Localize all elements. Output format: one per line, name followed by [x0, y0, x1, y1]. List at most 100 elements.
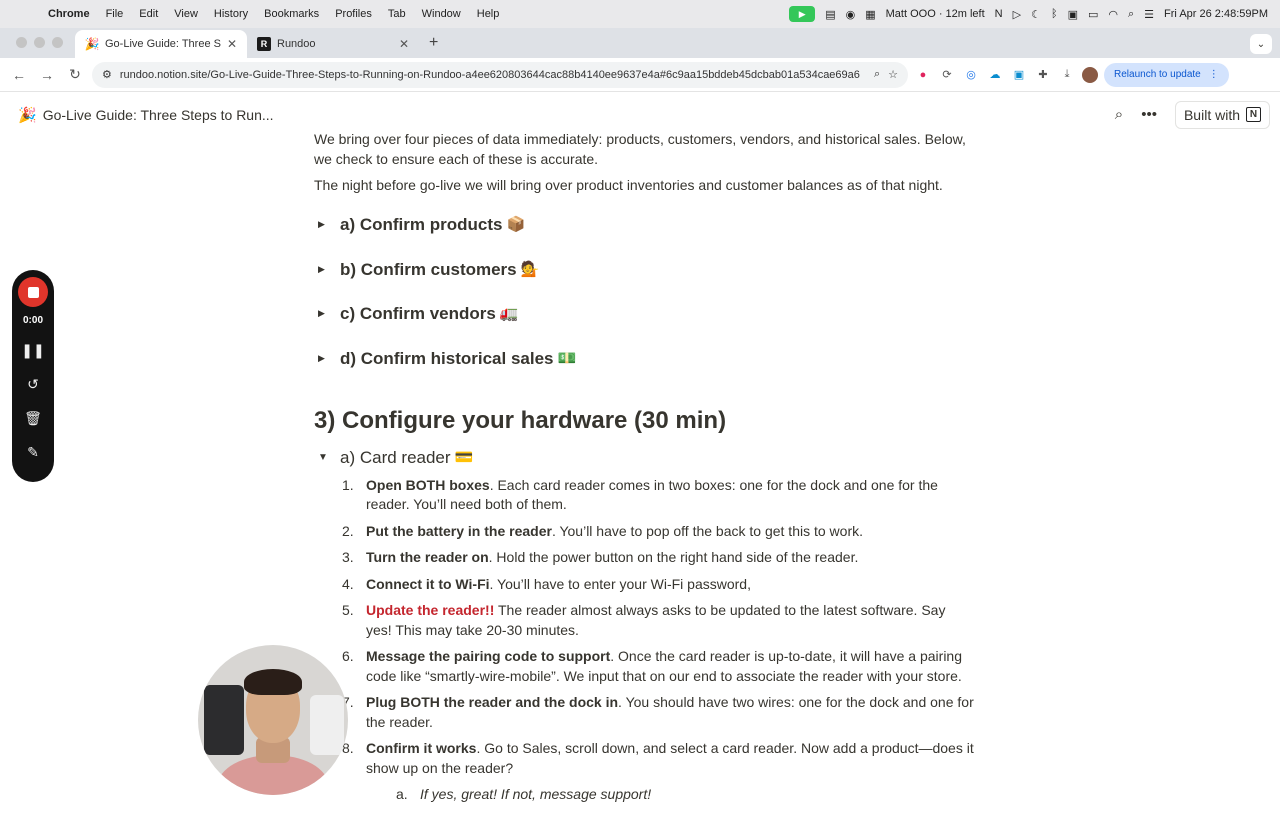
step-title: Turn the reader on	[366, 549, 489, 565]
tab-rundoo[interactable]: R Rundoo ✕	[247, 30, 419, 58]
toggle-confirm-customers[interactable]: ▶ b) Confirm customers 💁	[318, 247, 974, 292]
co-icon[interactable]: ▣	[1068, 8, 1078, 21]
window-controls	[0, 37, 75, 58]
password-icon[interactable]: ◉	[846, 8, 856, 21]
list-item: 2. Put the battery in the reader. You’ll…	[342, 522, 974, 542]
list-number: 4.	[342, 575, 354, 592]
list-item: 8. Confirm it works. Go to Sales, scroll…	[342, 739, 974, 805]
menu-help[interactable]: Help	[469, 8, 508, 20]
paragraph: We bring over four pieces of data immedi…	[314, 131, 966, 167]
address-bar[interactable]: ⚙ rundoo.notion.site/Go-Live-Guide-Three…	[92, 61, 908, 88]
stop-recording-button[interactable]	[18, 277, 48, 307]
toggle-label: c) Confirm vendors	[340, 304, 496, 323]
built-with-notion-button[interactable]: Built with N	[1174, 100, 1270, 129]
toggle-confirm-products[interactable]: ▶ a) Confirm products 📦	[318, 203, 974, 248]
image-extension-icon[interactable]: ▣	[1010, 66, 1028, 84]
list-number: 1.	[342, 476, 354, 493]
tab-close-icon[interactable]: ✕	[227, 37, 237, 51]
section-heading: 3) Configure your hardware (30 min)	[314, 406, 727, 434]
sub-step-text: If yes, great! If not, message support!	[420, 786, 652, 802]
tab-close-icon[interactable]: ✕	[399, 37, 409, 51]
opera-extension-icon[interactable]: ●	[914, 66, 932, 84]
bluetooth-icon[interactable]: ᛒ	[1051, 8, 1058, 20]
tab-go-live-guide[interactable]: 🎉 Go-Live Guide: Three Steps t ✕	[75, 30, 247, 58]
menu-edit[interactable]: Edit	[131, 8, 166, 20]
forward-button[interactable]: →	[36, 67, 58, 83]
step-text: . You’ll have to enter your Wi-Fi passwo…	[489, 575, 751, 592]
control-center-icon[interactable]: ☰	[1144, 8, 1154, 21]
sync-extension-icon[interactable]: ⟳	[938, 66, 956, 84]
relaunch-label: Relaunch to update	[1114, 69, 1201, 80]
menu-window[interactable]: Window	[414, 8, 469, 20]
toggle-label: a) Confirm products	[340, 215, 503, 234]
download-icon[interactable]: ⤓	[1058, 66, 1076, 84]
toggle-open-arrow-icon[interactable]: ▼	[318, 448, 340, 468]
notion-tray-icon[interactable]: N	[995, 8, 1003, 20]
macos-menubar: Chrome File Edit View History Bookmarks …	[0, 0, 1280, 28]
minimize-window-button[interactable]	[34, 37, 45, 48]
restart-icon[interactable]: ↺	[27, 374, 39, 394]
calendar-icon[interactable]: ▦	[865, 8, 875, 21]
menu-tab[interactable]: Tab	[380, 8, 414, 20]
toggle-arrow-icon[interactable]: ▶	[318, 215, 340, 235]
search-icon[interactable]: ⌕	[1128, 8, 1134, 21]
more-icon[interactable]: •••	[1141, 106, 1157, 123]
puzzle-extensions-icon[interactable]: ✚	[1034, 66, 1052, 84]
sub-list-item: a. If yes, great! If not, message suppor…	[396, 785, 974, 805]
datetime[interactable]: Fri Apr 26 2:48:59PM	[1164, 8, 1268, 20]
list-number: 3.	[342, 549, 354, 565]
step-title: Open BOTH boxes	[366, 476, 490, 493]
new-tab-button[interactable]: +	[419, 34, 448, 58]
page-content: We bring over four pieces of data immedi…	[314, 130, 974, 812]
camera-icon[interactable]: ▶	[789, 6, 816, 22]
recording-controls: 0:00 ❚❚ ↺ 🗑 ✎	[12, 270, 54, 482]
toggle-arrow-icon[interactable]: ▶	[318, 260, 340, 280]
toggle-confirm-vendors[interactable]: ▶ c) Confirm vendors 🚛	[318, 292, 974, 337]
url-text[interactable]: rundoo.notion.site/Go-Live-Guide-Three-S…	[120, 69, 866, 81]
bookmark-star-icon[interactable]: ☆	[888, 68, 898, 81]
notion-logo-icon: N	[1246, 107, 1261, 122]
page-title[interactable]: Go-Live Guide: Three Steps to Run...	[43, 107, 274, 123]
search-icon[interactable]: ⌕	[1115, 106, 1123, 123]
profile-avatar[interactable]	[1082, 66, 1098, 83]
webcam-bubble[interactable]	[198, 645, 348, 795]
menu-file[interactable]: File	[98, 8, 132, 20]
toggle-arrow-icon[interactable]: ▶	[318, 304, 340, 324]
onepassword-extension-icon[interactable]: ◎	[962, 66, 980, 84]
step-title: Connect it to Wi-Fi	[366, 575, 490, 592]
menu-app[interactable]: Chrome	[40, 8, 98, 20]
site-info-icon[interactable]: ⚙	[102, 68, 112, 81]
keyboard-icon[interactable]: ▤	[825, 8, 835, 21]
relaunch-button[interactable]: Relaunch to update ⋮	[1104, 62, 1229, 87]
paragraph: The night before go-live we will bring o…	[314, 177, 943, 193]
zoom-icon[interactable]: ⌕	[874, 68, 880, 81]
back-button[interactable]: ←	[8, 67, 30, 83]
step-text: . Hold the power button on the right han…	[488, 549, 859, 565]
tab-search-chevron-icon[interactable]: ⌄	[1250, 34, 1272, 54]
play-icon[interactable]: ▷	[1013, 8, 1021, 21]
menu-view[interactable]: View	[166, 8, 206, 20]
battery-icon[interactable]: ▭	[1088, 8, 1098, 21]
wifi-icon[interactable]: ◠	[1108, 8, 1118, 21]
step-title: Plug BOTH the reader and the dock in	[366, 694, 619, 710]
pencil-icon[interactable]: ✎	[27, 442, 39, 462]
toggle-card-reader[interactable]: ▼ a) Card reader 💳	[318, 448, 974, 468]
step-title: Confirm it works	[366, 740, 477, 756]
status-text[interactable]: Matt OOO · 12m left	[886, 8, 985, 20]
pause-icon[interactable]: ❚❚	[21, 340, 44, 360]
sub-list-letter: a.	[396, 786, 408, 802]
trash-icon[interactable]: 🗑	[24, 408, 42, 428]
maximize-window-button[interactable]	[52, 37, 63, 48]
kebab-menu-icon[interactable]: ⋮	[1209, 69, 1219, 80]
close-window-button[interactable]	[16, 37, 27, 48]
moon-icon[interactable]: ☾	[1031, 8, 1041, 21]
package-icon: 📦	[506, 216, 526, 233]
toggle-confirm-historical-sales[interactable]: ▶ d) Confirm historical sales 💵	[318, 336, 974, 381]
menu-history[interactable]: History	[206, 8, 256, 20]
menu-profiles[interactable]: Profiles	[327, 8, 380, 20]
step-title: Put the battery in the reader	[366, 522, 552, 539]
salesforce-extension-icon[interactable]: ☁	[986, 66, 1004, 84]
menu-bookmarks[interactable]: Bookmarks	[256, 8, 327, 20]
toggle-arrow-icon[interactable]: ▶	[318, 349, 340, 369]
reload-button[interactable]: ↻	[64, 66, 86, 83]
